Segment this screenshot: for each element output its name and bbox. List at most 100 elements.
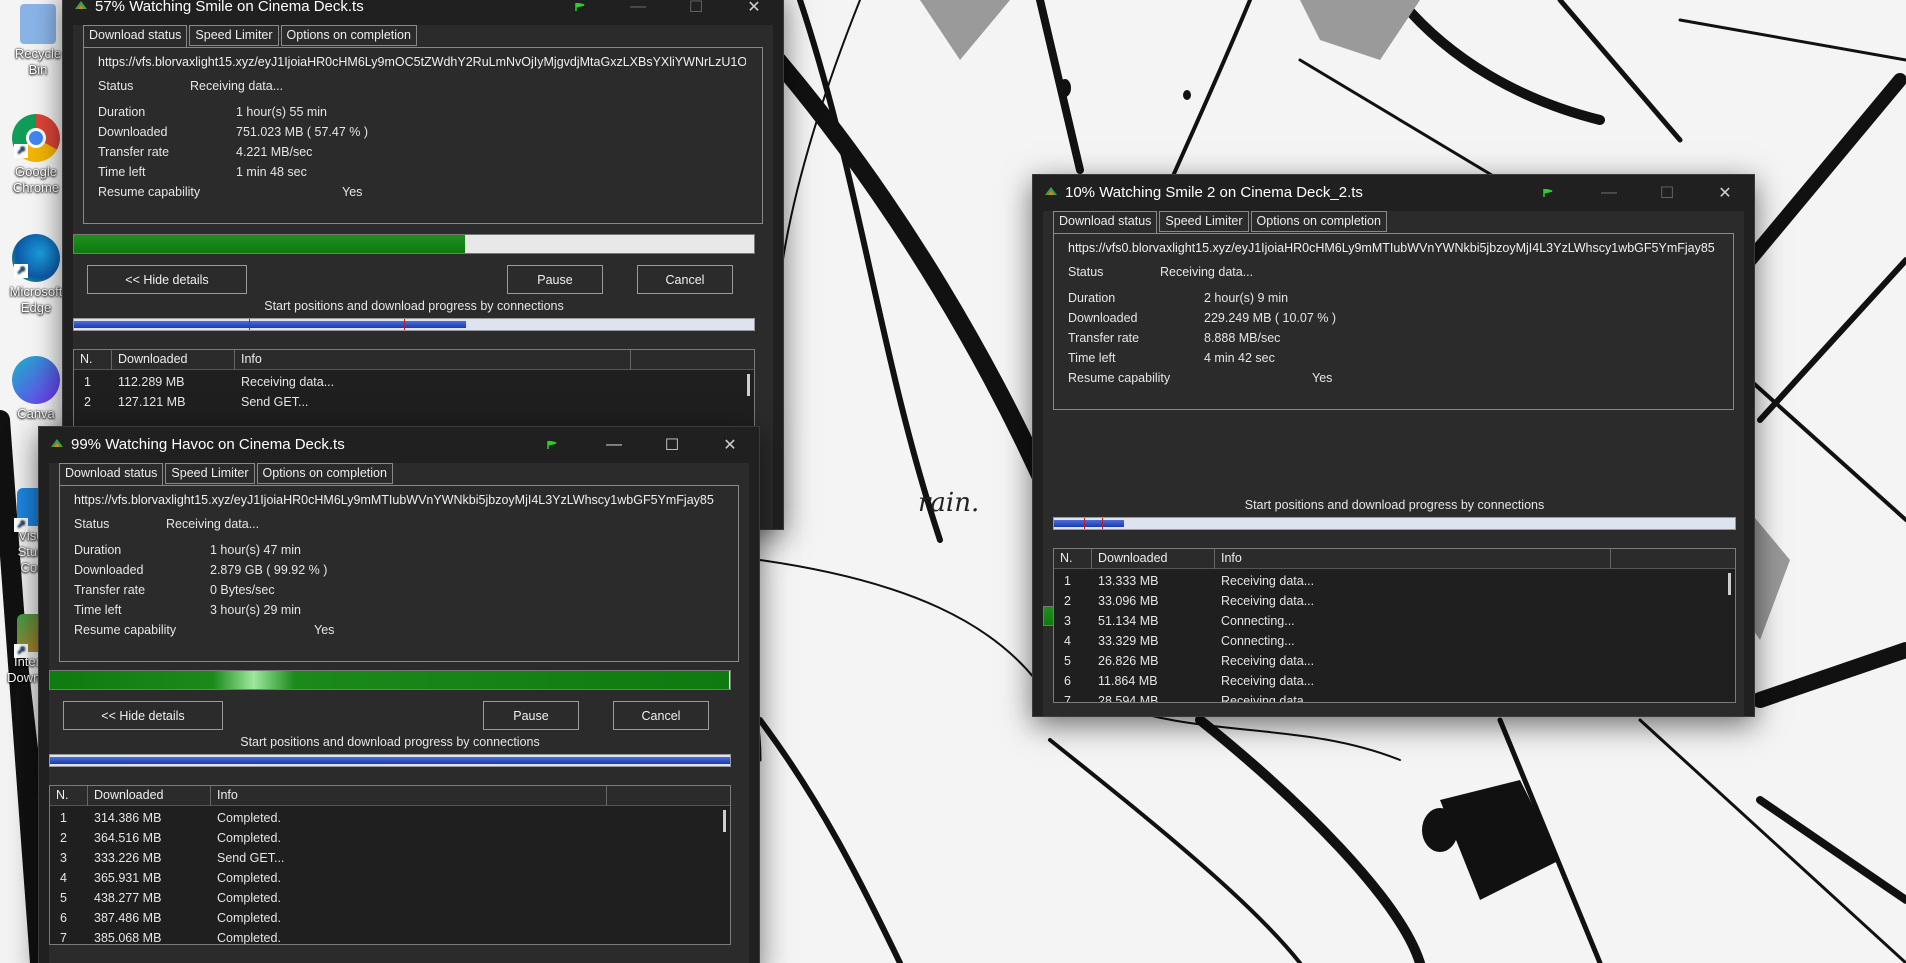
row-info: Completed. [217,811,281,825]
status-label: Status [74,517,110,531]
table-scrollbar[interactable] [747,374,750,396]
column-header-downloaded[interactable]: Downloaded [88,786,211,806]
row-downloaded: 127.121 MB [118,395,186,409]
status-panel: https://vfs.blorvaxlight15.xyz/eyJ1Ijoia… [59,485,739,662]
row-info: Completed. [217,891,281,905]
tab-speed-limiter[interactable]: Speed Limiter [165,463,255,484]
minimize-button[interactable]: — [1580,175,1638,211]
column-header-downloaded[interactable]: Downloaded [112,350,235,370]
cancel-button[interactable]: Cancel [637,265,733,294]
shortcut-arrow-icon: ↗ [14,144,28,158]
close-button[interactable]: ✕ [701,427,759,463]
row-number: 7 [60,931,67,945]
downloaded-label: Downloaded [74,563,144,577]
tab-download-status[interactable]: Download status [83,25,188,48]
title-bar[interactable]: 57% Watching Smile on Cinema Deck.ts — ☐… [63,0,783,25]
tab-speed-limiter[interactable]: Speed Limiter [1159,211,1249,232]
progress-fill [1044,607,1113,625]
tab-strip: Download status Speed Limiter Options on… [83,25,417,48]
tab-download-status[interactable]: Download status [59,463,164,486]
row-downloaded: 314.386 MB [94,811,162,825]
row-info: Send GET... [241,395,309,409]
maximize-button[interactable]: ☐ [643,427,701,463]
title-bar[interactable]: 10% Watching Smile 2 on Cinema Deck_2.ts… [1033,175,1754,211]
minimize-button[interactable]: — [609,0,667,25]
desktop-icon-recycle-bin[interactable]: Recycle Bin [8,4,68,78]
tab-options-on-completion[interactable]: Options on completion [256,463,393,484]
resume-capability-value: Yes [342,185,363,199]
column-header-number[interactable]: N. [50,786,88,806]
row-downloaded: 438.277 MB [94,891,162,905]
maximize-button[interactable]: ☐ [667,0,725,25]
row-info: Send GET... [217,851,285,865]
status-value: Receiving data... [166,517,260,531]
transfer-rate-label: Transfer rate [1068,331,1140,345]
minimize-button[interactable]: — [585,427,643,463]
table-row[interactable]: 3 333.226 MB Send GET... [50,848,716,868]
resume-capability-value: Yes [314,623,335,637]
connections-progress-bar [73,318,755,331]
table-row[interactable]: 4 365.931 MB Completed. [50,868,716,888]
hide-details-button[interactable]: << Hide details [63,701,223,730]
table-scrollbar[interactable] [723,810,726,832]
hide-details-button[interactable]: << Hide details [1057,635,1217,664]
close-button[interactable]: ✕ [1696,175,1754,211]
time-left-value: 1 min 48 sec [236,165,307,179]
tab-download-status[interactable]: Download status [1053,211,1158,234]
tab-options-on-completion[interactable]: Options on completion [1250,211,1387,232]
table-row[interactable]: 1 314.386 MB Completed. [50,808,716,828]
shortcut-arrow-icon: ↗ [14,644,28,658]
tab-options-on-completion[interactable]: Options on completion [280,25,417,46]
downloaded-label: Downloaded [98,125,168,139]
table-row[interactable]: 2 127.121 MB Send GET... [74,392,740,412]
desktop-icon-label: Recycle Bin [14,46,62,77]
close-button[interactable]: ✕ [725,0,783,25]
connections-table: N. Downloaded Info 1 112.289 MB Receivin… [73,349,755,429]
window-body: Download status Speed Limiter Options on… [49,463,749,963]
row-number: 1 [60,811,67,825]
flag-icon [1543,189,1553,197]
column-header-number[interactable]: N. [74,350,112,370]
status-panel: https://vfs0.blorvaxlight15.xyz/eyJ1Ijoi… [1053,233,1734,410]
pause-button[interactable]: Pause [483,701,579,730]
row-number: 2 [60,831,67,845]
transfer-rate-value: 0 Bytes/sec [210,583,275,597]
cancel-button[interactable]: Cancel [1607,635,1693,664]
desktop-icon-google-chrome[interactable]: ↗ Google Chrome [6,114,66,196]
tab-strip: Download status Speed Limiter Options on… [1053,211,1387,234]
column-header-info[interactable]: Info [211,786,607,806]
hide-details-button[interactable]: << Hide details [87,265,247,294]
pause-button[interactable]: Pause [507,265,603,294]
window-title: 10% Watching Smile 2 on Cinema Deck_2.ts [1065,184,1363,201]
desktop-icon-canva[interactable]: Canva [6,356,66,422]
table-row[interactable]: 1 112.289 MB Receiving data... [74,372,740,392]
table-row[interactable]: 7 385.068 MB Completed. [50,928,716,945]
cancel-button[interactable]: Cancel [613,701,709,730]
maximize-button[interactable]: ☐ [1638,175,1696,211]
download-app-icon [75,1,87,9]
wallpaper-text: rain. [918,488,980,518]
column-header-info[interactable]: Info [235,350,631,370]
download-app-icon [1045,187,1057,195]
flag-icon [547,441,557,449]
desktop-icon-microsoft-edge[interactable]: ↗ Microsoft Edge [6,234,66,316]
downloaded-value: 229.249 MB ( 10.07 % ) [1204,311,1337,325]
row-number: 1 [84,375,91,389]
pause-button[interactable]: Pause [1477,635,1573,664]
title-bar[interactable]: 99% Watching Havoc on Cinema Deck.ts — ☐… [39,427,759,463]
transfer-rate-label: Transfer rate [74,583,146,597]
download-url: https://vfs.blorvaxlight15.xyz/eyJ1Ijoia… [74,493,714,507]
table-row[interactable]: 6 387.486 MB Completed. [50,908,716,928]
connections-caption: Start positions and download progress by… [240,735,540,749]
download-app-icon [51,439,63,447]
tab-speed-limiter[interactable]: Speed Limiter [189,25,279,46]
downloaded-value: 2.879 GB ( 99.92 % ) [210,563,328,577]
table-row[interactable]: 2 364.516 MB Completed. [50,828,716,848]
download-progress-bar [49,670,731,690]
table-row[interactable]: 5 438.277 MB Completed. [50,888,716,908]
time-left-value: 4 min 42 sec [1204,351,1275,365]
status-panel: https://vfs.blorvaxlight15.xyz/eyJ1Ijoia… [83,47,763,224]
row-info: Completed. [217,911,281,925]
connections-caption: Start positions and download progress by… [264,299,564,313]
row-downloaded: 365.931 MB [94,871,162,885]
